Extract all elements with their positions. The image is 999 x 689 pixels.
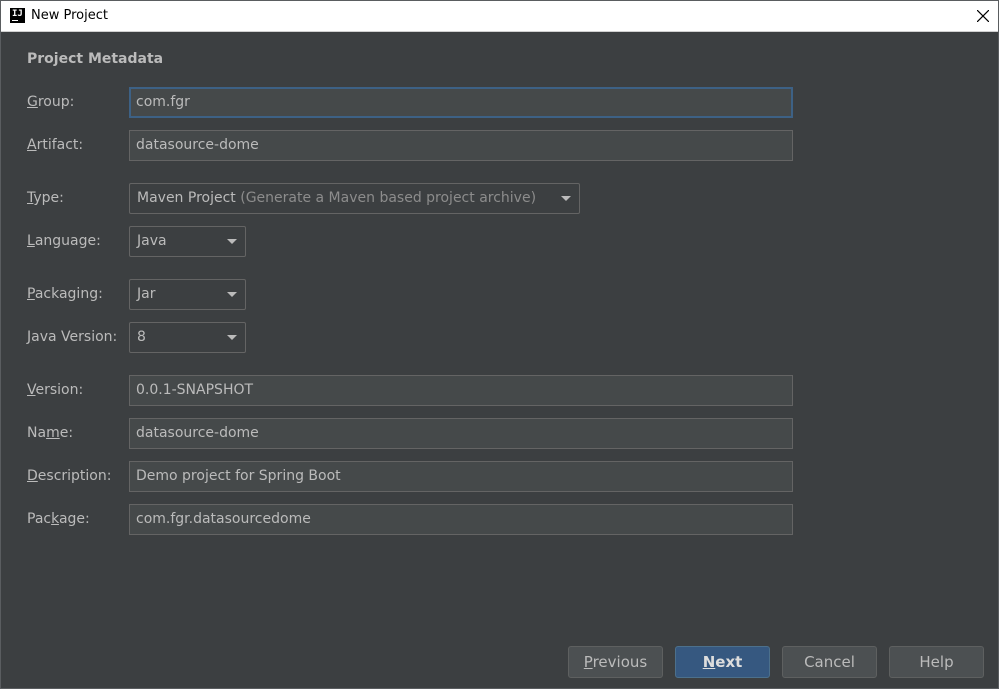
chevron-down-icon	[227, 335, 237, 340]
previous-button[interactable]: Previous	[568, 646, 663, 678]
artifact-label: Artifact:	[27, 137, 84, 153]
chevron-down-icon	[561, 196, 571, 201]
version-label: Version:	[27, 382, 84, 398]
package-label: Package:	[27, 511, 90, 527]
packaging-dropdown[interactable]: Jar	[129, 279, 246, 310]
version-field[interactable]: 0.0.1-SNAPSHOT	[129, 375, 793, 406]
java-version-dropdown[interactable]: 8	[129, 322, 246, 353]
type-hint: (Generate a Maven based project archive)	[240, 190, 537, 206]
section-title: Project Metadata	[27, 51, 164, 67]
group-field[interactable]: com.fgr	[129, 87, 793, 118]
title-bar: IJ New Project	[1, 1, 998, 32]
chevron-down-icon	[227, 292, 237, 297]
type-dropdown[interactable]: Maven Project (Generate a Maven based pr…	[129, 183, 580, 214]
description-label: Description:	[27, 468, 112, 484]
window-title: New Project	[31, 8, 108, 23]
language-dropdown[interactable]: Java	[129, 226, 246, 257]
package-field[interactable]: com.fgr.datasourcedome	[129, 504, 793, 535]
chevron-down-icon	[227, 239, 237, 244]
language-value: Java	[137, 233, 167, 249]
next-button[interactable]: Next	[675, 646, 770, 678]
artifact-field[interactable]: datasource-dome	[129, 130, 793, 161]
language-label: Language:	[27, 233, 101, 249]
intellij-app-icon: IJ	[10, 8, 25, 23]
java-version-value: 8	[137, 329, 146, 345]
type-label: Type:	[27, 190, 64, 206]
java-version-label: Java Version:	[27, 329, 118, 345]
help-button[interactable]: Help	[889, 646, 984, 678]
group-label: Group:	[27, 94, 75, 110]
new-project-dialog: IJ New Project Project Metadata Group: c…	[0, 0, 999, 689]
packaging-label: Packaging:	[27, 286, 103, 302]
name-label: Name:	[27, 425, 74, 441]
close-icon[interactable]	[968, 1, 998, 31]
type-value: Maven Project	[137, 190, 236, 206]
name-field[interactable]: datasource-dome	[129, 418, 793, 449]
packaging-value: Jar	[137, 286, 156, 302]
cancel-button[interactable]: Cancel	[782, 646, 877, 678]
description-field[interactable]: Demo project for Spring Boot	[129, 461, 793, 492]
